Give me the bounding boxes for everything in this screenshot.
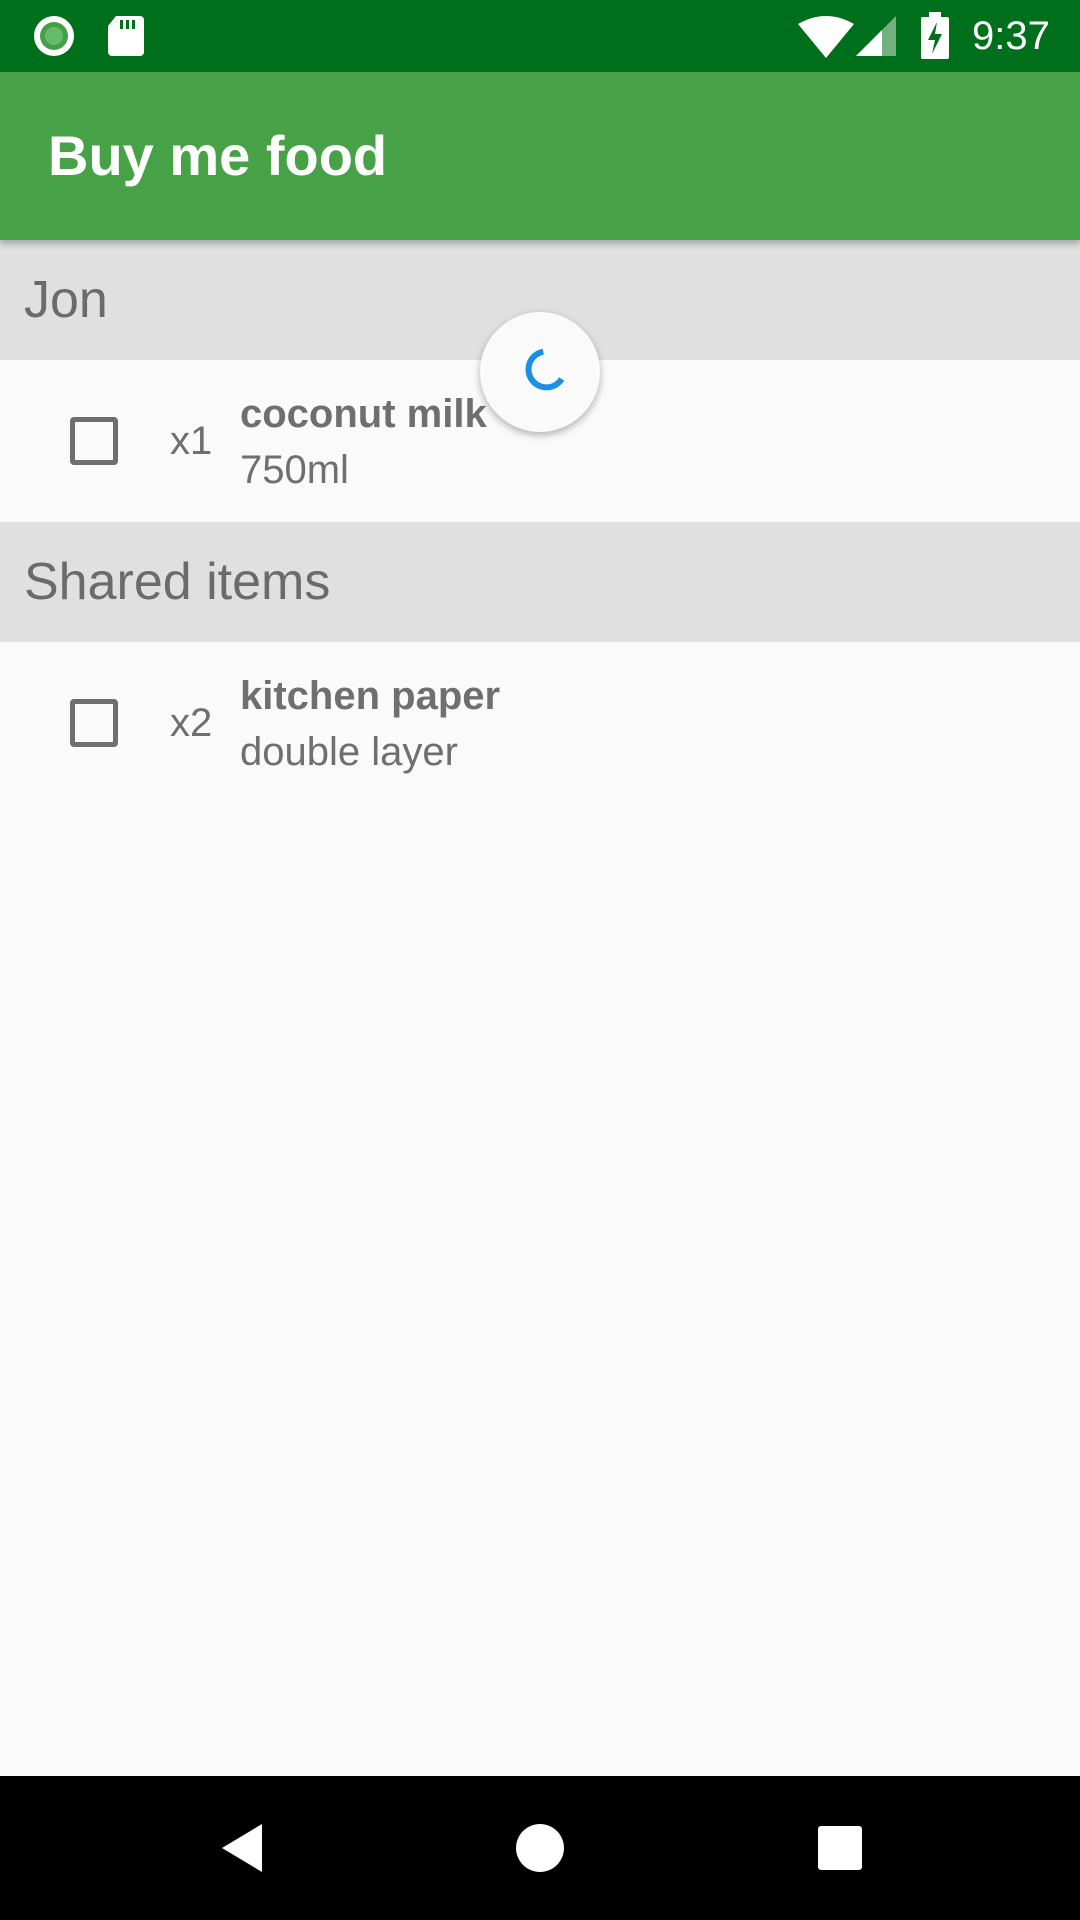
list-item[interactable]: x2 kitchen paper double layer [0,642,1080,804]
item-quantity: x2 [170,701,213,745]
item-quantity: x1 [170,419,213,463]
system-nav-bar [0,1776,1080,1920]
item-name: coconut milk [240,392,487,436]
item-checkbox[interactable] [70,699,118,747]
status-bar: 9:37 [0,0,1080,72]
page-title: Buy me food [48,124,388,187]
item-checkbox[interactable] [70,417,118,465]
section-header-label: Shared items [24,553,331,611]
item-detail: double layer [240,730,458,774]
app-toolbar: Buy me food [0,72,1080,240]
spinner-arc-icon [525,348,565,391]
recents-icon[interactable] [808,1816,872,1880]
section-header-label: Jon [24,271,108,329]
battery-charging-icon [921,12,949,59]
record-icon [34,16,74,56]
section-header-shared-items: Shared items [0,522,1080,642]
item-detail: 750ml [240,448,349,492]
item-name: kitchen paper [240,674,501,718]
wifi-icon [798,16,854,58]
back-icon[interactable] [212,1816,276,1880]
cell-signal-icon [856,16,896,56]
home-icon[interactable] [508,1816,572,1880]
refresh-spinner [480,312,600,432]
sd-card-icon [108,16,144,56]
status-time: 9:37 [972,14,1050,58]
